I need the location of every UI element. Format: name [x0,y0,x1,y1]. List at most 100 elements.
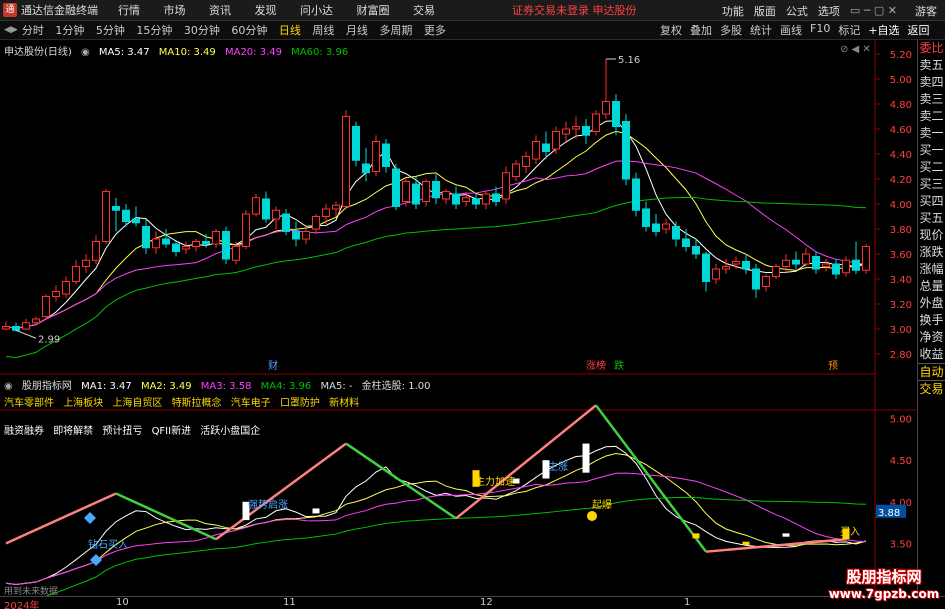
candle-body [552,131,560,150]
ma60-value: MA60: 3.96 [291,47,349,58]
candle-body [652,223,660,232]
tab-period[interactable]: 60分钟 [231,24,267,37]
tab-period[interactable]: 5分钟 [96,24,125,37]
tab-period[interactable]: 月线 [346,24,368,37]
window-controls-icon[interactable]: ▭ ─ ▢ ✕ [850,4,897,17]
side-label[interactable]: 现价 [918,227,945,244]
menu-discover[interactable]: 发现 [255,4,277,17]
menu-function[interactable]: 功能 [722,3,744,19]
tab-period-more[interactable]: 更多 [424,24,446,37]
side-label[interactable]: 买三 [918,176,945,193]
menu-trade[interactable]: 交易 [413,4,435,17]
tool-button[interactable]: 标记 [838,22,860,38]
tab-period[interactable]: 15分钟 [136,24,172,37]
side-label[interactable]: 卖二 [918,108,945,125]
tab-period[interactable]: 30分钟 [184,24,220,37]
side-label[interactable]: 换手 [918,312,945,329]
zigzag-up-segment [215,442,347,541]
side-label[interactable]: 外盘 [918,295,945,312]
guest-label[interactable]: 游客 [915,3,937,19]
side-label[interactable]: 净资 [918,329,945,346]
event-marker: 跌 [614,359,624,372]
candle-body [592,113,600,132]
side-label[interactable]: 买一 [918,142,945,159]
candle-body [422,181,430,202]
signal-annotation: 起爆 [592,499,612,511]
menu-options[interactable]: 选项 [818,3,840,19]
tab-period[interactable]: 1分钟 [55,24,84,37]
concept-tag: 汽车零部件 [4,398,54,409]
menu-quotes[interactable]: 行情 [118,4,140,17]
app-name: 通达信金融终端 [21,4,98,17]
candle-body [712,268,720,280]
candle-body [282,213,290,232]
tab-auto[interactable]: 自动 [918,363,945,380]
side-label[interactable]: 买二 [918,159,945,176]
settings-icon[interactable]: ◉ [81,47,90,58]
settings-icon[interactable]: ◉ [4,381,13,392]
tab-period-daily[interactable]: 日线 [279,24,301,37]
concept-tag: 上海板块 [63,398,104,409]
signal-bar [692,533,700,539]
candle-body [182,246,190,250]
ma5-sub-value: MA5: - [320,381,353,392]
tool-button[interactable]: 统计 [750,22,772,38]
stock-title[interactable]: 申达股份(日线) [4,47,72,58]
menu-market[interactable]: 市场 [164,4,186,17]
month-label: 11 [283,597,296,608]
side-label[interactable]: 买五 [918,210,945,227]
add-watchlist-button[interactable]: +自选 [868,22,899,38]
nav-arrows-icon[interactable]: ◀▶ [4,25,18,35]
concept-tag: 上海自贸区 [112,398,163,409]
menu-formula[interactable]: 公式 [786,3,808,19]
panel-corner-icons[interactable]: ⊘ ◀ ✕ [840,44,871,55]
time-axis: 2024年 10 11 12 1 [0,596,945,609]
candle-body [782,259,790,267]
indicator-name[interactable]: 股朋指标网 [22,381,72,392]
status-tag: 活跃小盘国企 [200,426,261,437]
kline-chart[interactable]: 5.20 5.00 4.80 4.60 4.40 4.20 4.00 3.80 3.60 3.40… [0,40,945,596]
tool-button[interactable]: 叠加 [690,22,712,38]
candle-body [852,259,860,271]
event-marker: 财 [268,359,278,372]
year-label: 2024年 [4,601,40,609]
signal-annotation: 强势启涨 [248,498,288,511]
menu-ask[interactable]: 问小达 [300,4,333,17]
side-label[interactable]: 卖三 [918,91,945,108]
candle-body [662,223,670,230]
watermark-url: www.7gpzb.com [828,587,940,601]
menu-news[interactable]: 资讯 [209,4,231,17]
menu-wealth[interactable]: 财富圈 [357,4,390,17]
event-marker: 预 [828,360,838,372]
tool-button[interactable]: 画线 [780,22,802,38]
side-label[interactable]: 委比 [918,40,945,57]
side-label[interactable]: 卖一 [918,125,945,142]
side-label[interactable]: 总量 [918,278,945,295]
tab-trade[interactable]: 交易 [918,380,945,397]
back-button[interactable]: 返回 [908,22,930,38]
candle-body [762,276,770,287]
candle-body [72,266,80,282]
side-label[interactable]: 涨跌 [918,244,945,261]
candle-body [2,326,10,330]
tab-period[interactable]: 多周期 [379,24,412,37]
candle-body [62,281,70,295]
ma5-line [5,120,867,329]
login-notice[interactable]: 证券交易未登录 申达股份 [512,2,637,18]
side-label[interactable]: 卖五 [918,57,945,74]
tool-button[interactable]: 复权 [660,22,682,38]
side-label[interactable]: 卖四 [918,74,945,91]
tab-period[interactable]: 周线 [312,24,334,37]
side-label[interactable]: 涨幅 [918,261,945,278]
menu-layout[interactable]: 版面 [754,3,776,19]
tab-period[interactable]: 分时 [22,24,44,37]
side-label[interactable]: 收益 [918,346,945,363]
candle-body [392,168,400,207]
candle-body [242,213,250,247]
tool-button[interactable]: 多股 [720,22,742,38]
candle-body [142,226,150,249]
side-label[interactable]: 买四 [918,193,945,210]
tool-button[interactable]: F10 [810,22,830,38]
candle-body [292,231,300,240]
candle-body [472,198,480,205]
